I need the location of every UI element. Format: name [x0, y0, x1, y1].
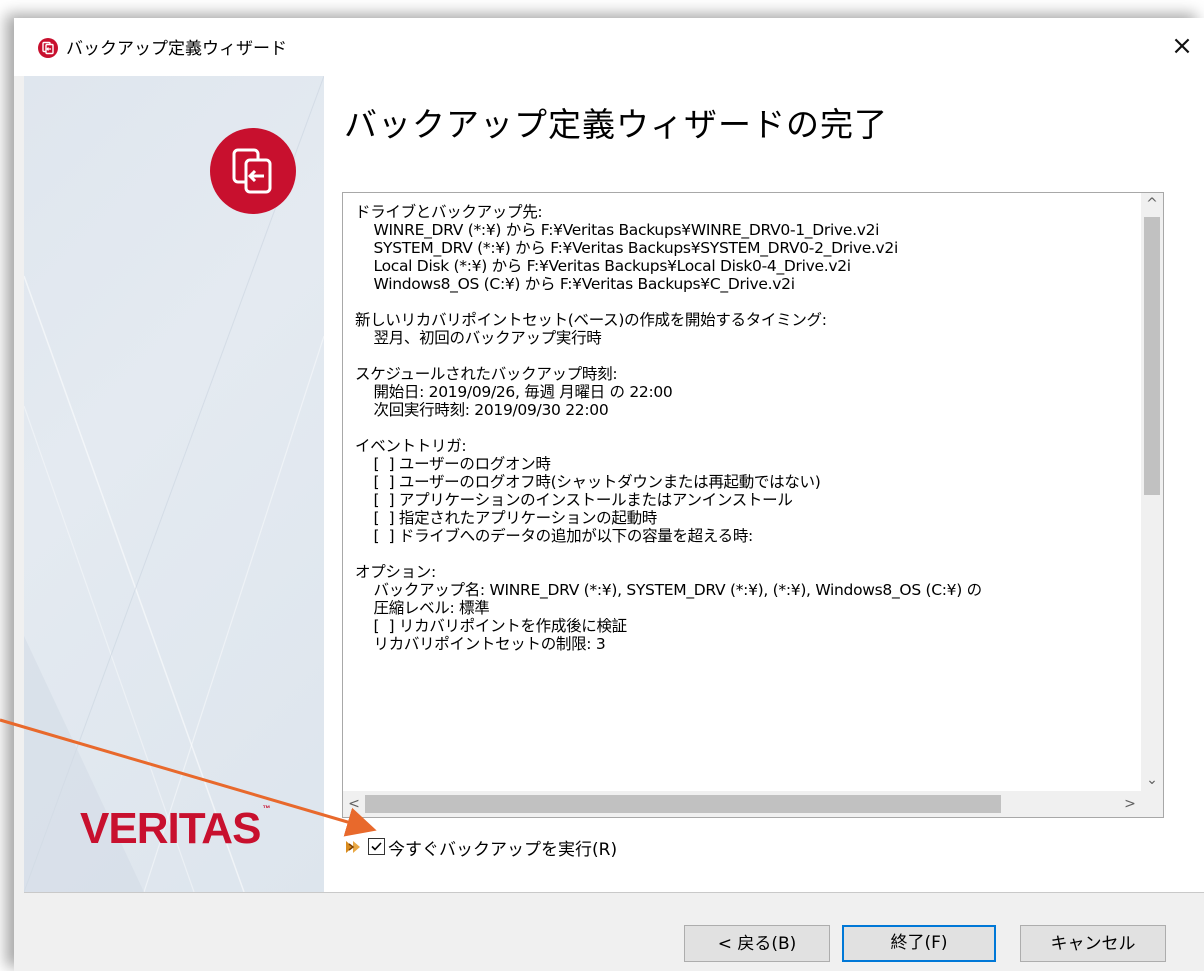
run-arrow-icon	[346, 841, 360, 853]
summary-line: Windows8_OS (C:¥) から F:¥Veritas Backups¥…	[355, 275, 796, 293]
wizard-sidebar: VERITAS ™	[24, 76, 325, 892]
summary-line: 開始日: 2019/09/26, 毎週 月曜日 の 22:00	[355, 383, 673, 401]
horizontal-scroll-thumb[interactable]	[365, 795, 1001, 813]
summary-line: 新しいリカバリポイントセット(ベース)の作成を開始するタイミング:	[355, 311, 827, 329]
veritas-logo: VERITAS ™	[80, 804, 270, 853]
wizard-client: VERITAS ™ バックアップ定義ウィザードの完了 ドライブとバックアップ先: …	[24, 76, 1204, 971]
wizard-window: バックアップ定義ウィザード × VERITAS ™ バックアップ定義ウィザードの…	[14, 18, 1204, 971]
summary-line: 翌月、初回のバックアップ実行時	[355, 329, 602, 347]
summary-line: [ ] ドライブへのデータの追加が以下の容量を超える時:	[355, 527, 754, 545]
summary-line: オプション:	[355, 563, 436, 581]
summary-line: Local Disk (*:¥) から F:¥Veritas Backups¥L…	[355, 257, 852, 275]
page-title: バックアップ定義ウィザードの完了	[344, 105, 888, 144]
veritas-backup-icon	[210, 128, 296, 214]
summary-line: [ ] リカバリポイントを作成後に検証	[355, 617, 628, 635]
scroll-right-icon[interactable]: >	[1119, 791, 1141, 817]
scroll-up-icon[interactable]: ^	[1141, 193, 1163, 215]
cancel-button[interactable]: キャンセル	[1020, 925, 1166, 962]
window-title: バックアップ定義ウィザード	[66, 39, 287, 59]
summary-line: SYSTEM_DRV (*:¥) から F:¥Veritas Backups¥S…	[355, 239, 899, 257]
summary-line	[355, 293, 1141, 311]
scroll-down-icon[interactable]: ⌄	[1141, 769, 1163, 791]
close-button[interactable]: ×	[1166, 30, 1198, 62]
summary-text: ドライブとバックアップ先: WINRE_DRV (*:¥) から F:¥Veri…	[355, 203, 1141, 775]
summary-line: ドライブとバックアップ先:	[355, 203, 543, 221]
footer-divider	[24, 892, 1204, 893]
finish-button[interactable]: 終了(F)	[842, 925, 996, 962]
summary-line: 次回実行時刻: 2019/09/30 22:00	[355, 401, 609, 419]
summary-line: [ ] ユーザーのログオン時	[355, 455, 551, 473]
back-button[interactable]: < 戻る(B)	[684, 925, 830, 962]
summary-line: リカバリポイントセットの制限: 3	[355, 635, 606, 653]
summary-line: 圧縮レベル: 標準	[355, 599, 490, 617]
summary-textbox[interactable]: ドライブとバックアップ先: WINRE_DRV (*:¥) から F:¥Veri…	[342, 192, 1164, 818]
title-bar: バックアップ定義ウィザード ×	[14, 18, 1204, 76]
summary-line	[355, 545, 1141, 563]
scroll-left-icon[interactable]: <	[343, 791, 365, 817]
summary-line	[355, 347, 1141, 365]
summary-line: WINRE_DRV (*:¥) から F:¥Veritas Backups¥WI…	[355, 221, 880, 239]
summary-line	[355, 419, 1141, 437]
horizontal-scrollbar[interactable]: < >	[343, 791, 1163, 817]
vertical-scroll-thumb[interactable]	[1144, 217, 1160, 495]
summary-line: スケジュールされたバックアップ時刻:	[355, 365, 618, 383]
summary-line: バックアップ名: WINRE_DRV (*:¥), SYSTEM_DRV (*:…	[355, 581, 983, 599]
summary-line: イベントトリガ:	[355, 437, 467, 455]
wizard-content: バックアップ定義ウィザードの完了 ドライブとバックアップ先: WINRE_DRV…	[324, 76, 1204, 892]
summary-line: [ ] 指定されたアプリケーションの起動時	[355, 509, 658, 527]
checkmark-icon	[371, 842, 382, 851]
summary-line: [ ] ユーザーのログオフ時(シャットダウンまたは再起動ではない)	[355, 473, 821, 491]
run-now-checkbox[interactable]	[368, 838, 385, 855]
trademark-mark: ™	[262, 804, 270, 813]
vertical-scrollbar[interactable]: ^ ⌄	[1141, 193, 1163, 791]
app-icon	[38, 38, 58, 58]
summary-line: [ ] アプリケーションのインストールまたはアンインストール	[355, 491, 793, 509]
run-now-label[interactable]: 今すぐバックアップを実行(R)	[388, 835, 617, 860]
